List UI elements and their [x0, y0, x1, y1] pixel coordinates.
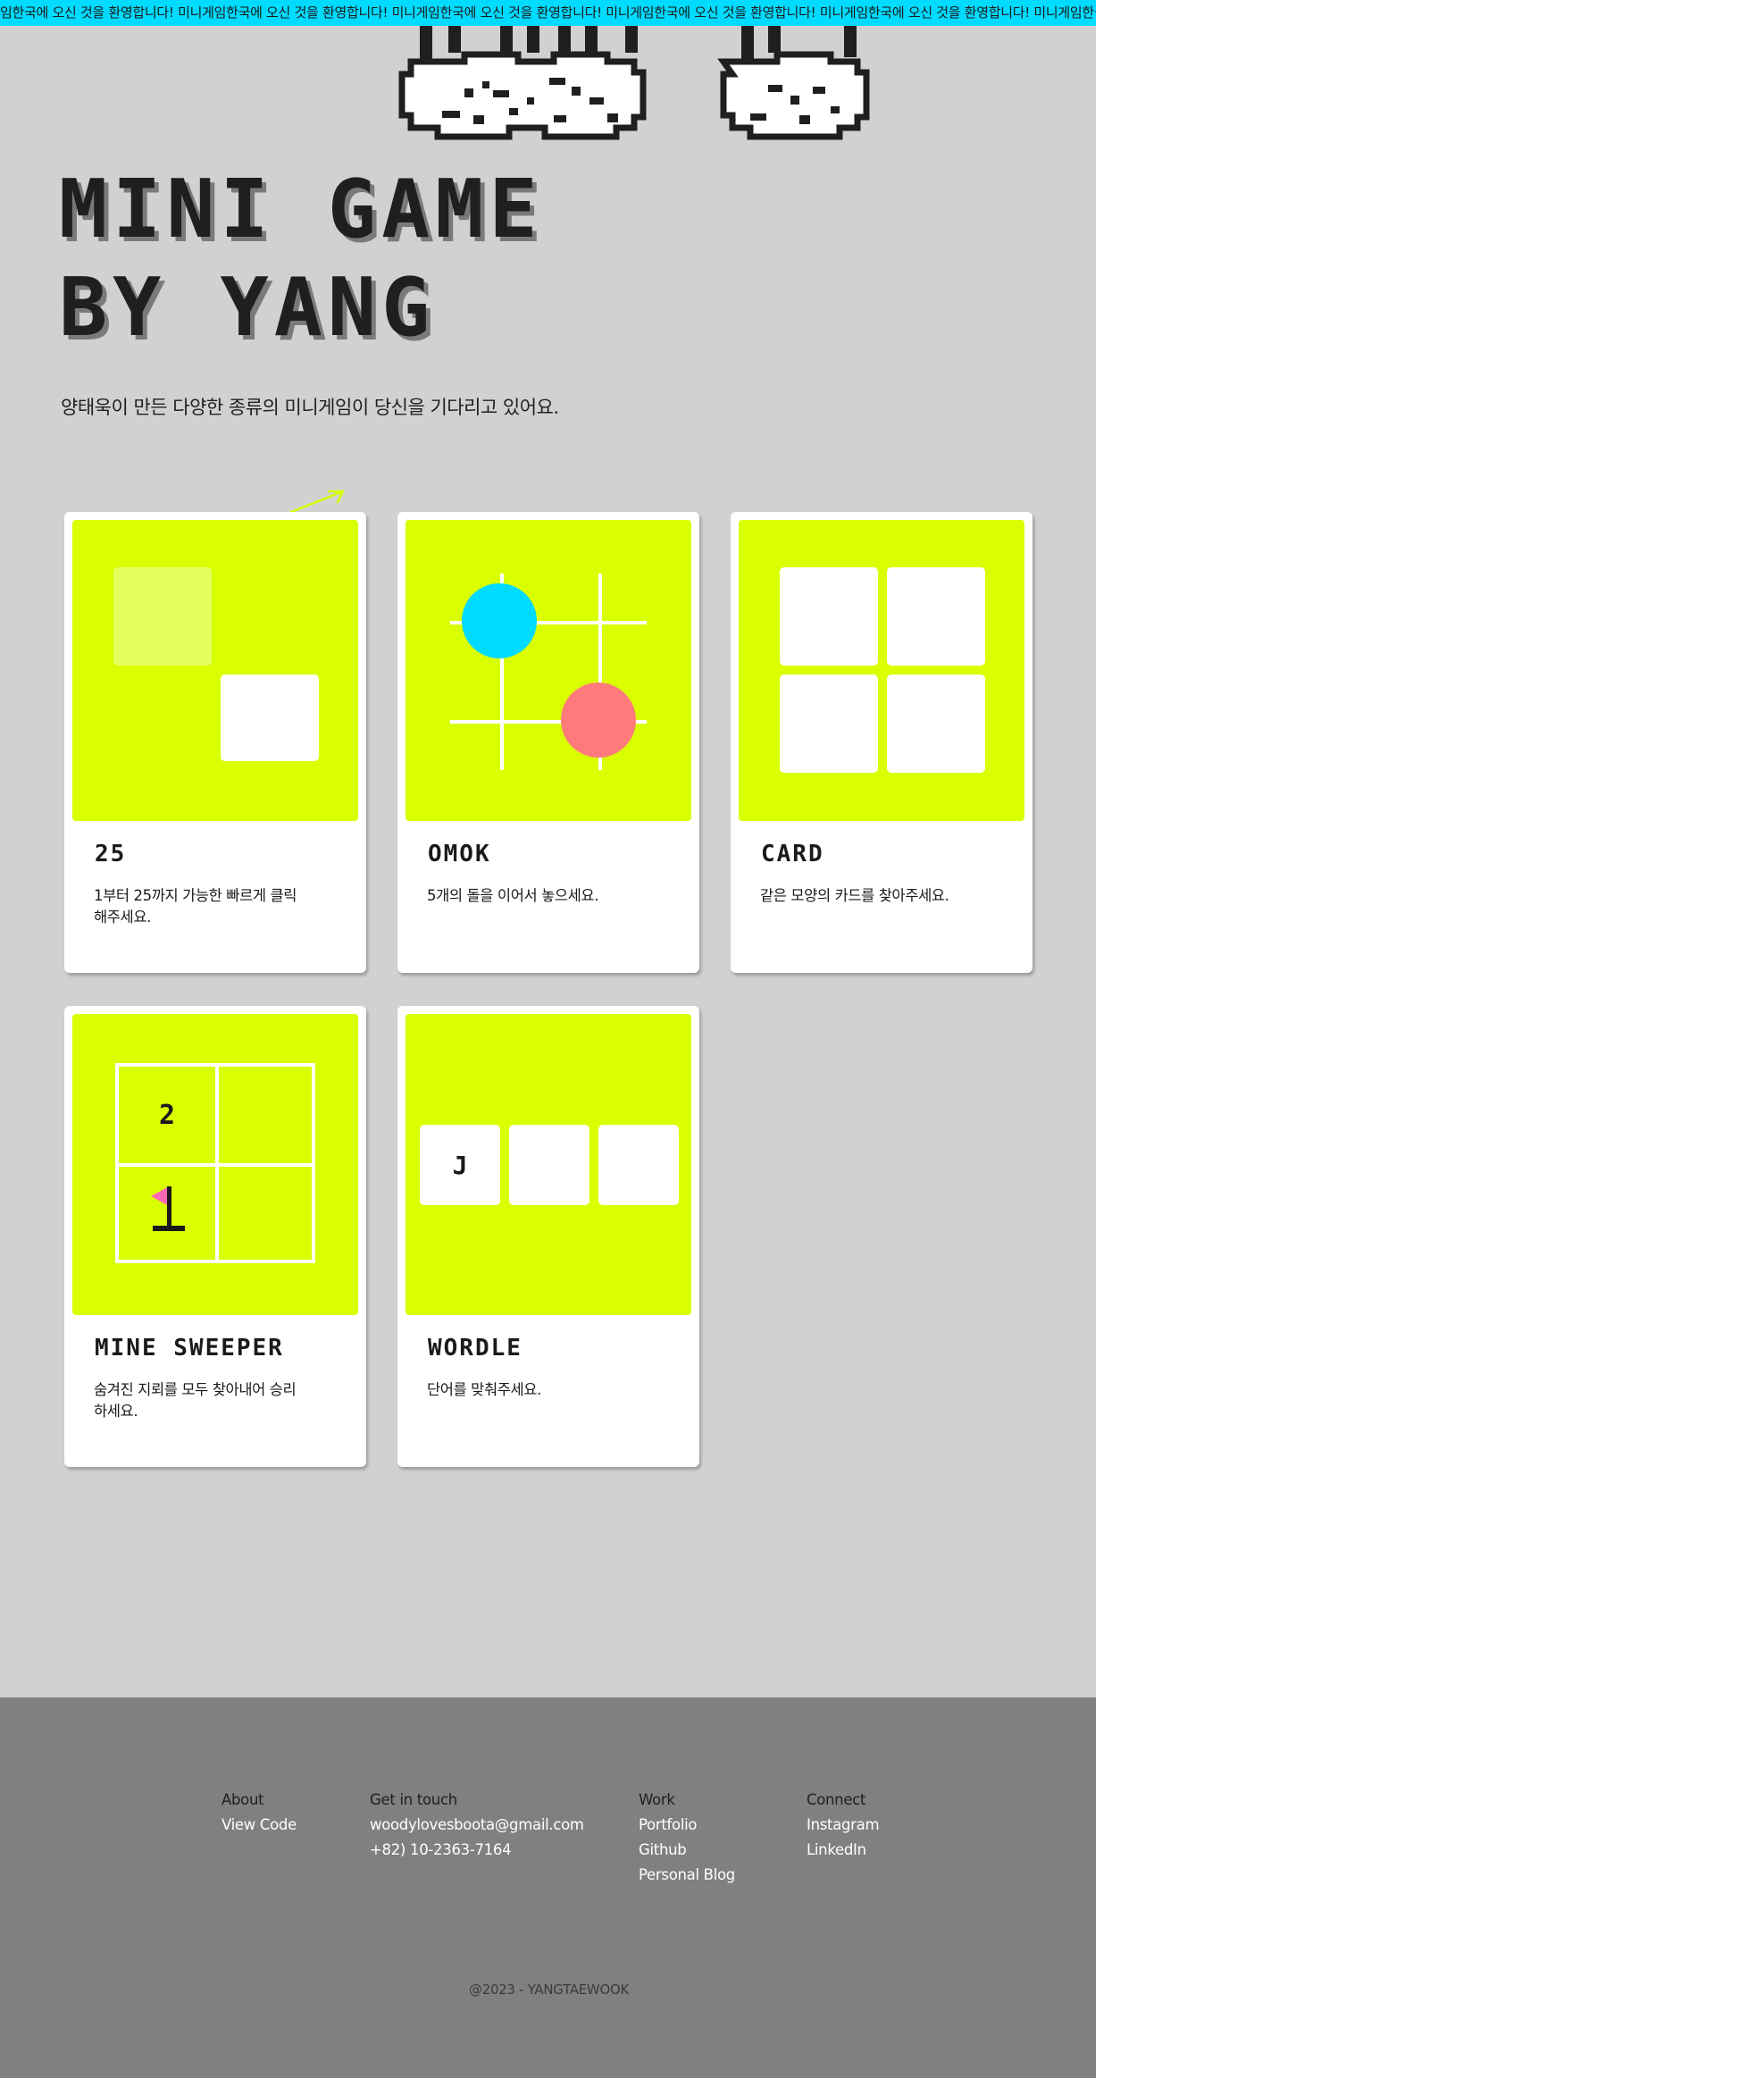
flag-icon [119, 1167, 215, 1260]
card-tile [780, 567, 878, 666]
game-description: 숨겨진 지뢰를 모두 찾아내어 승리하세요. [94, 1381, 297, 1420]
game-card-25[interactable]: 25 1부터 25까지 가능한 빠르게 클릭해주세요. [64, 512, 366, 973]
game-title: 25 [95, 841, 127, 867]
wordle-empty-tile [509, 1125, 589, 1205]
game-title: MINE SWEEPER [95, 1335, 284, 1362]
wordle-empty-tile [598, 1125, 679, 1205]
footer-link-linkedin[interactable]: LinkedIn [807, 1838, 879, 1863]
site-footer: About View Code Get in touch woodylovesb… [0, 1697, 1096, 2078]
footer-connect: Connect Instagram LinkedIn [807, 1788, 880, 1863]
footer-link-blog[interactable]: Personal Blog [639, 1863, 735, 1888]
arrow-doodle-icon [288, 490, 346, 515]
footer-heading: Connect [807, 1791, 866, 1808]
game-description: 단어를 맞춰주세요. [427, 1381, 541, 1398]
card-tile [887, 567, 985, 666]
footer-email-link[interactable]: woodylovesboota@gmail.com [370, 1813, 584, 1838]
mine-grid: 2 [115, 1063, 315, 1263]
footer-link-instagram[interactable]: Instagram [807, 1813, 880, 1838]
card-tile [887, 675, 985, 773]
footer-contact: Get in touch woodylovesboota@gmail.com +… [370, 1788, 584, 1863]
footer-work: Work Portfolio Github Personal Blog [639, 1788, 735, 1888]
red-stone [561, 683, 636, 758]
footer-about: About View Code [222, 1788, 297, 1838]
marquee-text: 임한국에 오신 것을 환영합니다! 미니게임한국에 오신 것을 환영합니다! 미… [0, 4, 1096, 21]
game-thumbnail-omok [405, 520, 691, 821]
omok-board-icon [450, 574, 647, 770]
game-thumbnail-mine-sweeper: 2 [72, 1014, 358, 1315]
white-tile [221, 675, 319, 761]
blue-stone [462, 583, 537, 658]
game-description: 1부터 25까지 가능한 빠르게 클릭해주세요. [94, 887, 297, 926]
game-thumbnail-25 [72, 520, 358, 821]
pixel-cloud-decoration [398, 26, 870, 140]
game-description: 5개의 돌을 이어서 놓으세요. [427, 887, 599, 904]
hero-subtitle: 양태욱이 만든 다양한 종류의 미니게임이 당신을 기다리고 있어요. [61, 397, 559, 418]
game-description: 같은 모양의 카드를 찾아주세요. [760, 887, 949, 904]
game-card-card[interactable]: CARD 같은 모양의 카드를 찾아주세요. [731, 512, 1032, 973]
welcome-marquee: 임한국에 오신 것을 환영합니다! 미니게임한국에 오신 것을 환영합니다! 미… [0, 0, 1096, 26]
copyright-text: @2023 - YANGTAEWOOK [469, 1982, 630, 1998]
game-card-omok[interactable]: OMOK 5개의 돌을 이어서 놓으세요. [397, 512, 699, 973]
footer-heading: Get in touch [370, 1791, 457, 1808]
footer-link-portfolio[interactable]: Portfolio [639, 1813, 735, 1838]
game-card-mine-sweeper[interactable]: 2 MINE SWEEPER 숨겨진 지뢰를 모두 찾아내어 승리하세요. [64, 1006, 366, 1467]
game-title: CARD [761, 841, 824, 867]
game-card-wordle[interactable]: J WORDLE 단어를 맞춰주세요. [397, 1006, 699, 1467]
card-tile [780, 675, 878, 773]
hero-title: MINI GAME BY YANG [59, 161, 543, 357]
page: 임한국에 오신 것을 환영합니다! 미니게임한국에 오신 것을 환영합니다! 미… [0, 0, 1096, 2078]
footer-link-view-code[interactable]: View Code [222, 1813, 297, 1838]
footer-link-github[interactable]: Github [639, 1838, 735, 1863]
faded-tile [113, 567, 212, 666]
game-title: WORDLE [428, 1335, 523, 1362]
hero-title-line2: BY YANG [59, 261, 436, 355]
game-title: OMOK [428, 841, 491, 867]
mine-number: 2 [158, 1099, 176, 1131]
game-thumbnail-card [739, 520, 1024, 821]
wordle-letter-tile: J [420, 1125, 500, 1205]
footer-heading: About [222, 1791, 264, 1808]
game-thumbnail-wordle: J [405, 1014, 691, 1315]
hero-title-line1: MINI GAME [59, 163, 543, 256]
footer-heading: Work [639, 1791, 675, 1808]
footer-phone[interactable]: +82) 10-2363-7164 [370, 1838, 584, 1863]
